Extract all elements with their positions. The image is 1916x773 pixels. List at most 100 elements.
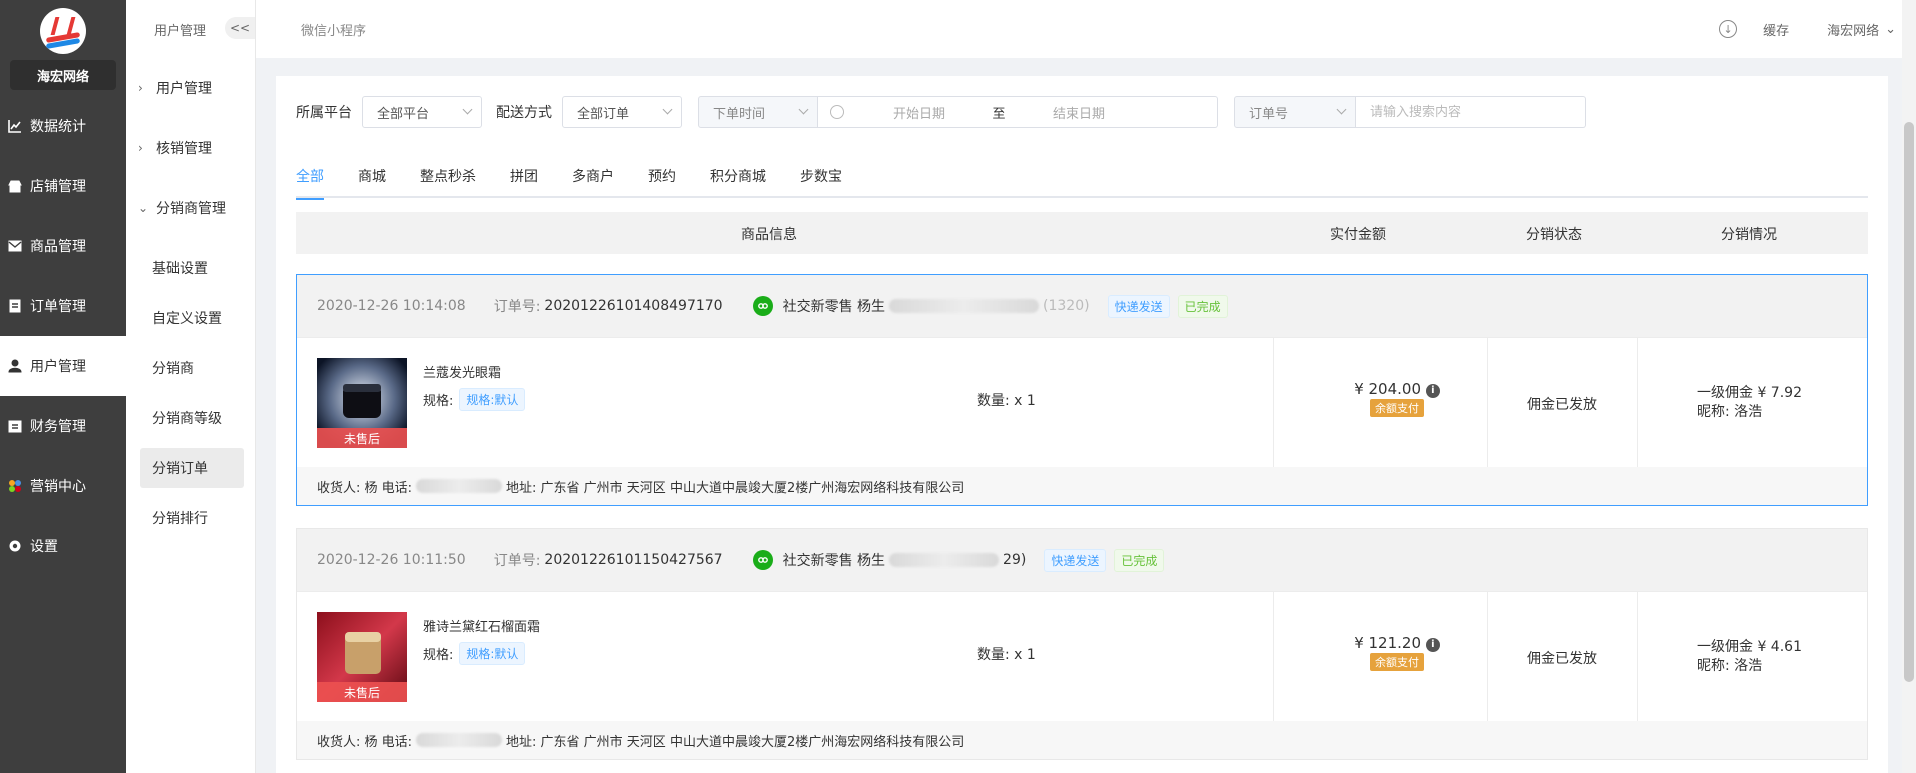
download-icon[interactable]: ↓	[1719, 20, 1738, 38]
product-name[interactable]: 雅诗兰黛红石榴面霜	[423, 616, 540, 635]
tab-points-mall[interactable]: 积分商城	[710, 162, 766, 198]
quantity: 数量: x 1	[977, 393, 1036, 409]
tab-flash-sale[interactable]: 整点秒杀	[420, 162, 476, 198]
masked-phone	[889, 299, 1040, 313]
header-title[interactable]: 微信小程序	[301, 20, 366, 39]
time-type-select[interactable]: 下单时间	[698, 96, 818, 128]
date-range-picker[interactable]: 开始日期 至 结束日期	[818, 96, 1218, 128]
sub-sidebar-header: 用户管理 <<	[126, 0, 255, 58]
order-time: 2020-12-26 10:14:08	[317, 298, 466, 314]
sub-item-distributors[interactable]: 分销商	[140, 348, 244, 388]
nav-item-label: 订单管理	[30, 299, 86, 315]
paid-amount: ¥ 204.00 i 余额支付	[1317, 380, 1477, 417]
order-number: 20201226101150427567	[544, 552, 723, 568]
spec-label: 规格:	[423, 394, 454, 409]
sub-group-label: 核销管理	[156, 141, 212, 157]
column-header-detail: 分销情况	[1721, 227, 1777, 243]
tab-step-counter[interactable]: 步数宝	[800, 162, 842, 198]
search-type-select[interactable]: 订单号	[1234, 96, 1356, 128]
column-header-paid: 实付金额	[1330, 227, 1386, 243]
sub-item-distributor-levels[interactable]: 分销商等级	[140, 398, 244, 438]
brand-name[interactable]: 海宏网络	[10, 60, 116, 90]
header-actions: ↓ 缓存 海宏网络 ⌄	[1719, 20, 1896, 39]
sub-item-distribution-ranking[interactable]: 分销排行	[140, 498, 244, 538]
end-date-input[interactable]: 结束日期	[1024, 103, 1134, 122]
nav-item-label: 数据统计	[30, 119, 86, 135]
chevron-down-icon	[798, 104, 809, 115]
masked-phone	[416, 733, 503, 747]
main-panel: 所属平台 全部平台 配送方式 全部订单 下单时间 开始日期 至 结束日期 订单号…	[276, 76, 1888, 773]
tab-multi-merchant[interactable]: 多商户	[572, 162, 614, 198]
delivery-select-value: 全部订单	[577, 106, 630, 122]
nav-item-finance[interactable]: 财务管理	[0, 396, 126, 456]
nav-item-label: 设置	[30, 539, 58, 555]
nav-item-users[interactable]: 用户管理	[0, 336, 126, 396]
nav-item-settings[interactable]: 设置	[0, 516, 126, 576]
order-number: 20201226101408497170	[544, 298, 723, 314]
product-name[interactable]: 兰蔻发光眼霜	[423, 362, 501, 381]
shop-name-tail: (1320)	[1043, 298, 1090, 314]
page-scrollbar[interactable]	[1902, 0, 1916, 773]
order-body: 未售后 兰蔻发光眼霜 规格: 规格:默认 数量: x 1 ¥ 204.00 i …	[297, 337, 1867, 467]
nav-item-label: 商品管理	[30, 239, 86, 255]
settings-icon	[8, 539, 22, 553]
sub-sidebar-title: 用户管理	[154, 23, 207, 39]
sub-group-label: 用户管理	[156, 81, 212, 97]
order-card[interactable]: 2020-12-26 10:11:50 订单号: 202012261011504…	[296, 528, 1868, 760]
mail-icon	[8, 239, 22, 253]
price-value: ¥ 121.20	[1354, 634, 1421, 652]
sub-item-distribution-orders[interactable]: 分销订单	[140, 448, 244, 488]
main-sidebar: 海宏网络 数据统计 店铺管理 商品管理 订单管理 用户管理 财务管理 营销中心 …	[0, 0, 126, 773]
order-no-label: 订单号:	[493, 299, 541, 315]
sub-group-user-management[interactable]: › 用户管理	[126, 58, 255, 118]
nav-item-label: 财务管理	[30, 419, 86, 435]
status-badge: 已完成	[1177, 294, 1228, 318]
user-menu-caret[interactable]: ⌄	[1885, 22, 1896, 37]
info-icon[interactable]: i	[1425, 383, 1440, 398]
order-time: 2020-12-26 10:11:50	[317, 552, 466, 568]
product-thumbnail[interactable]: 未售后	[317, 358, 407, 448]
quantity: 数量: x 1	[977, 647, 1036, 663]
paid-amount: ¥ 121.20 i 余额支付	[1317, 634, 1477, 671]
delivery-tag: 快递发送	[1044, 548, 1107, 572]
nav-item-orders[interactable]: 订单管理	[0, 276, 126, 336]
search-input[interactable]	[1356, 96, 1586, 128]
nav-item-label: 店铺管理	[30, 179, 86, 195]
order-list-icon	[8, 299, 22, 313]
masked-phone	[889, 553, 1000, 567]
collapse-button[interactable]: <<	[225, 17, 255, 39]
tab-group-buy[interactable]: 拼团	[510, 162, 538, 198]
order-header: 2020-12-26 10:11:50 订单号: 202012261011504…	[297, 529, 1867, 591]
order-card[interactable]: 2020-12-26 10:14:08 订单号: 202012261014084…	[296, 274, 1868, 506]
distribution-status: 佣金已发放	[1527, 397, 1597, 413]
sub-group-distributor[interactable]: ⌄ 分销商管理	[126, 178, 255, 238]
tab-all[interactable]: 全部	[296, 162, 324, 200]
tab-mall[interactable]: 商城	[358, 162, 386, 198]
product-thumbnail[interactable]: 未售后	[317, 612, 407, 702]
receiver-address: 地址: 广东省 广州市 天河区 中山大道中晨竣大厦2楼广州海宏网络科技有限公司	[506, 480, 965, 496]
product-spec: 规格: 规格:默认	[423, 388, 526, 411]
miniprogram-icon	[752, 550, 773, 570]
sub-item-custom-settings[interactable]: 自定义设置	[140, 298, 244, 338]
order-header: 2020-12-26 10:14:08 订单号: 202012261014084…	[297, 275, 1867, 337]
sub-item-basic-settings[interactable]: 基础设置	[140, 248, 244, 288]
platform-select[interactable]: 全部平台	[362, 96, 482, 128]
sub-group-verification[interactable]: › 核销管理	[126, 118, 255, 178]
nav-item-marketing[interactable]: 营销中心	[0, 456, 126, 516]
nav-item-data-stats[interactable]: 数据统计	[0, 96, 126, 156]
start-date-input[interactable]: 开始日期	[864, 103, 974, 122]
brand: 海宏网络	[0, 0, 126, 96]
tab-reservation[interactable]: 预约	[648, 162, 676, 198]
scrollbar-thumb[interactable]	[1904, 122, 1914, 682]
sub-group-label: 分销商管理	[156, 201, 226, 217]
delivery-select[interactable]: 全部订单	[562, 96, 682, 128]
distribution-status: 佣金已发放	[1527, 651, 1597, 667]
nav-item-shop[interactable]: 店铺管理	[0, 156, 126, 216]
chevron-down-icon: ⌄	[138, 201, 149, 215]
info-icon[interactable]: i	[1425, 637, 1440, 652]
nav-item-products[interactable]: 商品管理	[0, 216, 126, 276]
nav-item-label: 用户管理	[30, 359, 86, 375]
cache-button[interactable]: 缓存	[1763, 20, 1789, 39]
user-menu[interactable]: 海宏网络	[1827, 20, 1879, 39]
spec-tag: 规格:默认	[459, 388, 526, 411]
